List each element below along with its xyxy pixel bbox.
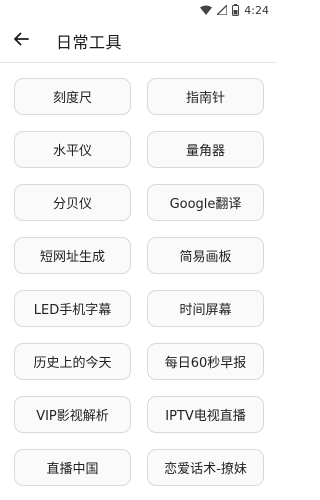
tool-button-ruler[interactable]: 刻度尺 (14, 78, 131, 115)
app-bar: 日常工具 (0, 20, 277, 62)
arrow-left-icon (13, 31, 29, 51)
tool-button-google-translate[interactable]: Google翻译 (147, 184, 264, 221)
signal-icon (217, 5, 228, 15)
tool-button-time-screen[interactable]: 时间屏幕 (147, 290, 264, 327)
tool-button-level[interactable]: 水平仪 (14, 131, 131, 168)
tool-button-protractor[interactable]: 量角器 (147, 131, 264, 168)
tool-button-history-today[interactable]: 历史上的今天 (14, 343, 131, 380)
wifi-icon (200, 5, 213, 15)
tool-button-vip-video[interactable]: VIP影视解析 (14, 396, 131, 433)
tool-button-love-talk[interactable]: 恋爱话术-撩妹 (147, 449, 264, 486)
tool-button-short-url[interactable]: 短网址生成 (14, 237, 131, 274)
tool-button-daily-news[interactable]: 每日60秒早报 (147, 343, 264, 380)
status-time: 4:24 (244, 3, 269, 17)
header-divider (0, 62, 277, 63)
status-bar: 4:24 (0, 0, 277, 20)
tool-button-drawing-board[interactable]: 简易画板 (147, 237, 264, 274)
page-title: 日常工具 (56, 33, 123, 52)
back-button[interactable] (10, 30, 32, 52)
tool-button-compass[interactable]: 指南针 (147, 78, 264, 115)
tool-button-led-subtitle[interactable]: LED手机字幕 (14, 290, 131, 327)
tool-button-decibel-meter[interactable]: 分贝仪 (14, 184, 131, 221)
battery-icon (232, 4, 240, 16)
tool-button-live-china[interactable]: 直播中国 (14, 449, 131, 486)
tool-button-iptv[interactable]: IPTV电视直播 (147, 396, 264, 433)
tools-grid: 刻度尺 指南针 水平仪 量角器 分贝仪 Google翻译 短网址生成 简易画板 … (14, 78, 264, 486)
